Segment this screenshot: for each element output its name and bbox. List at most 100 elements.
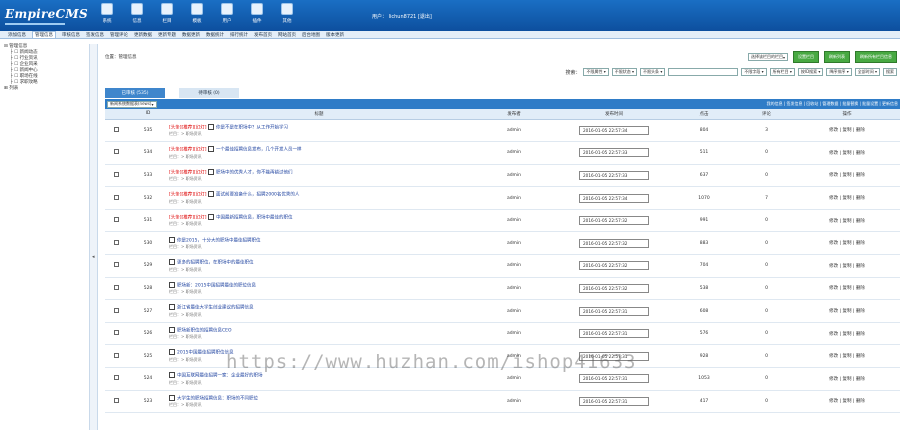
- nav-item[interactable]: 更新数据: [134, 32, 152, 38]
- row-comments[interactable]: 0: [739, 141, 794, 165]
- edit-link[interactable]: 修改: [829, 399, 838, 404]
- nav-item[interactable]: 后台地图: [302, 32, 320, 38]
- row-comments[interactable]: 0: [739, 231, 794, 256]
- table-select[interactable]: 新闻系统数据表(news) ▾: [107, 100, 157, 108]
- nav-item[interactable]: 版本更新: [326, 32, 344, 38]
- copy-link[interactable]: 复制: [843, 128, 852, 133]
- row-comments[interactable]: 0: [739, 344, 794, 369]
- time-field[interactable]: 2016-01-05 22:57:31: [579, 374, 649, 384]
- row-checkbox[interactable]: [113, 262, 119, 268]
- title-link[interactable]: 大学生的职场招聘信息：职场的不同职位: [177, 396, 258, 401]
- copy-link[interactable]: 复制: [843, 332, 852, 337]
- copy-link[interactable]: 复制: [843, 173, 852, 178]
- edit-link[interactable]: 修改: [829, 377, 838, 382]
- filter-select[interactable]: 降序排序 ▾: [826, 68, 852, 76]
- copy-link[interactable]: 复制: [843, 151, 852, 156]
- row-checkbox[interactable]: [113, 171, 119, 177]
- collapse-arrow-icon[interactable]: ◂: [92, 254, 95, 260]
- row-checkbox[interactable]: [113, 284, 119, 290]
- nav-item[interactable]: 网站首页: [278, 32, 296, 38]
- title-link[interactable]: 职场中的优秀人才，你不能再错过他们: [216, 170, 293, 175]
- tab-approved[interactable]: 已审核 (535): [105, 88, 165, 98]
- delete-link[interactable]: 删除: [856, 173, 865, 178]
- time-field[interactable]: 2016-01-05 22:57:32: [579, 238, 649, 248]
- time-field[interactable]: 2016-01-05 22:57:33: [579, 148, 649, 158]
- row-checkbox[interactable]: [113, 239, 119, 245]
- filter-select[interactable]: 不限头条 ▾: [640, 68, 666, 76]
- title-link[interactable]: 你是2015，十分大的职场中最佳招聘职位: [177, 238, 260, 243]
- title-link[interactable]: 一个最佳招聘信息发布，几个开发人员一样: [216, 148, 302, 153]
- title-link[interactable]: 面试前要准备什么，招聘2000名优秀的人: [216, 193, 299, 198]
- time-field[interactable]: 2016-01-05 22:57:31: [579, 351, 649, 361]
- title-link[interactable]: 职场新：2015中国招聘最佳的职位信息: [177, 283, 256, 288]
- column-select[interactable]: 选择该栏目的栏目 ▾: [747, 53, 788, 61]
- delete-link[interactable]: 删除: [856, 196, 865, 201]
- edit-link[interactable]: 修改: [829, 354, 838, 359]
- copy-link[interactable]: 复制: [843, 309, 852, 314]
- set-column-button[interactable]: 设置栏目: [793, 51, 819, 63]
- row-comments[interactable]: 0: [739, 390, 794, 414]
- search-button[interactable]: 搜索: [883, 68, 897, 76]
- row-comments[interactable]: 0: [739, 254, 794, 278]
- tree-item[interactable]: ⊞ 列表: [0, 86, 89, 92]
- delete-link[interactable]: 删除: [856, 309, 865, 314]
- edit-link[interactable]: 修改: [829, 241, 838, 246]
- delete-link[interactable]: 删除: [856, 151, 865, 156]
- delete-link[interactable]: 删除: [856, 219, 865, 224]
- delete-link[interactable]: 删除: [856, 286, 865, 291]
- row-comments[interactable]: 0: [739, 277, 794, 301]
- time-field[interactable]: 2016-01-05 22:57:32: [579, 283, 649, 293]
- row-comments[interactable]: 0: [739, 299, 794, 323]
- nav-item[interactable]: 数据统计: [206, 32, 224, 38]
- time-field[interactable]: 2016-01-05 22:57:34: [579, 193, 649, 203]
- copy-link[interactable]: 复制: [843, 241, 852, 246]
- row-checkbox[interactable]: [113, 217, 119, 223]
- nav-item[interactable]: 排行统计: [230, 32, 248, 38]
- top-menu-plugin[interactable]: 插件: [242, 3, 272, 24]
- nav-item[interactable]: 签发信息: [86, 32, 104, 38]
- nav-item[interactable]: 更新专题: [158, 32, 176, 38]
- delete-link[interactable]: 删除: [856, 241, 865, 246]
- edit-link[interactable]: 修改: [829, 286, 838, 291]
- title-link[interactable]: 中国互联网最佳招聘一家：企业最好的职场: [177, 374, 263, 379]
- filter-select[interactable]: 不限状态 ▾: [611, 68, 638, 76]
- sidebar-splitter[interactable]: ◂: [90, 44, 98, 430]
- row-checkbox[interactable]: [113, 149, 119, 155]
- row-comments[interactable]: 7: [739, 186, 794, 210]
- nav-item[interactable]: 管理信息: [32, 30, 56, 39]
- time-field[interactable]: 2016-01-05 22:57:34: [579, 125, 649, 135]
- time-field[interactable]: 2016-01-05 22:57:32: [579, 261, 649, 271]
- row-checkbox[interactable]: [113, 194, 119, 200]
- time-field[interactable]: 2016-01-05 22:57:32: [579, 216, 649, 226]
- edit-link[interactable]: 修改: [829, 219, 838, 224]
- row-comments[interactable]: 0: [739, 164, 794, 188]
- row-checkbox[interactable]: [113, 126, 119, 132]
- delete-link[interactable]: 删除: [856, 264, 865, 269]
- top-menu-column[interactable]: 栏目: [152, 3, 182, 24]
- edit-link[interactable]: 修改: [829, 196, 838, 201]
- filter-select[interactable]: 全部时间 ▾: [854, 68, 880, 76]
- title-link[interactable]: 你是不是在职场中？从工作开始学习: [216, 125, 288, 130]
- row-comments[interactable]: 0: [739, 209, 794, 233]
- toolbar-links[interactable]: 我的信息 | 签发信息 | 回收站 | 管理数据 | 批量替换 | 批量设置 |…: [767, 101, 898, 107]
- nav-item[interactable]: 管理评论: [110, 32, 128, 38]
- top-menu-template[interactable]: 模板: [182, 3, 212, 24]
- delete-link[interactable]: 删除: [856, 354, 865, 359]
- title-link[interactable]: 浙江省最佳大学生创业建议的招聘信息: [177, 306, 254, 311]
- delete-link[interactable]: 删除: [856, 399, 865, 404]
- filter-select[interactable]: 不限属性 ▾: [583, 68, 609, 76]
- top-menu-info[interactable]: 信息: [122, 3, 152, 24]
- filter-select[interactable]: 不限字段 ▾: [741, 68, 767, 76]
- edit-link[interactable]: 修改: [829, 151, 838, 156]
- copy-link[interactable]: 复制: [843, 399, 852, 404]
- copy-link[interactable]: 复制: [843, 264, 852, 269]
- title-link[interactable]: 中国最新招聘信息，职场中最佳的职位: [216, 215, 293, 220]
- time-field[interactable]: 2016-01-05 22:57:31: [579, 396, 649, 406]
- delete-link[interactable]: 删除: [856, 332, 865, 337]
- nav-item[interactable]: 数据更新: [182, 32, 200, 38]
- edit-link[interactable]: 修改: [829, 173, 838, 178]
- refresh-all-button[interactable]: 刷新所有栏目信息: [855, 51, 897, 63]
- top-menu-system[interactable]: 系统: [92, 3, 122, 24]
- row-checkbox[interactable]: [113, 397, 119, 403]
- title-link[interactable]: 职场新职位的招聘信息CEO: [177, 328, 232, 333]
